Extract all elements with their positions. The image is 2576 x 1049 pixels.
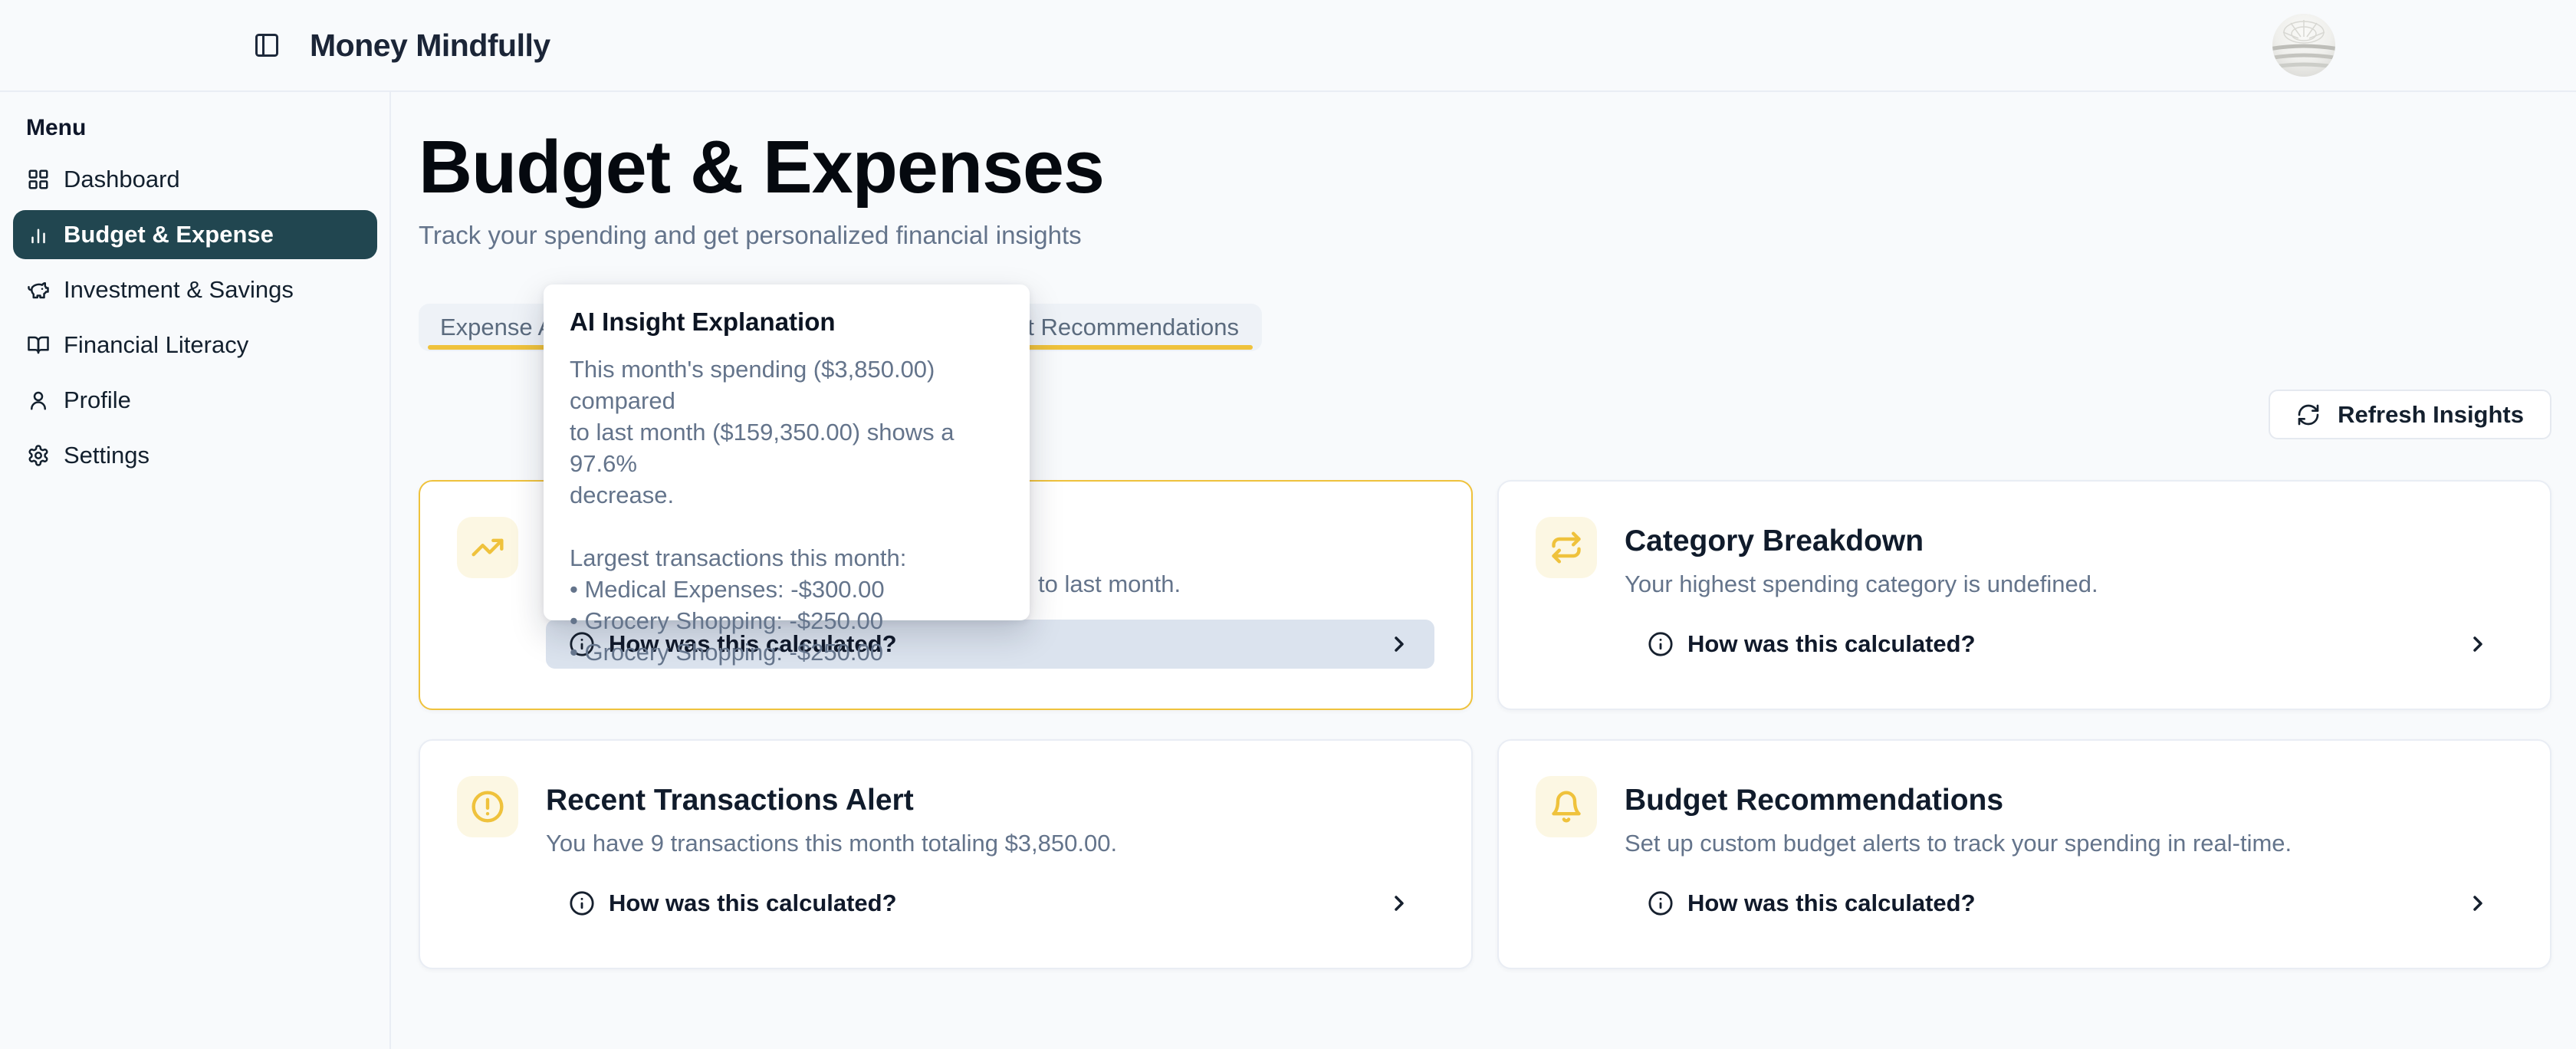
avatar[interactable] — [2272, 14, 2335, 77]
app-title: Money Mindfully — [310, 28, 550, 64]
popover-transaction-item: • Grocery Shopping: -$250.00 — [570, 636, 1004, 668]
panel-left-icon — [253, 31, 281, 59]
card-recent-transactions-alert: Recent Transactions Alert You have 9 tra… — [419, 739, 1473, 969]
page-title: Budget & Expenses — [419, 124, 2551, 210]
info-icon — [569, 890, 595, 916]
gear-icon — [27, 444, 50, 467]
chevron-right-icon — [2466, 891, 2490, 916]
popover-transaction-item: • Medical Expenses: -$300.00 — [570, 574, 1004, 605]
open-book-icon — [27, 334, 50, 357]
chevron-right-icon — [2466, 632, 2490, 656]
card-icon-box — [1536, 517, 1597, 578]
card-title: Recent Transactions Alert — [546, 784, 1434, 817]
popover-transaction-item: • Grocery Shopping: -$250.00 — [570, 605, 1004, 636]
refresh-insights-label: Refresh Insights — [2338, 401, 2524, 429]
card-icon-box — [1536, 776, 1597, 837]
how-calculated-button[interactable]: How was this calculated? — [546, 879, 1434, 928]
bar-chart-icon — [27, 223, 50, 246]
sidebar-item-label: Budget & Expense — [64, 221, 274, 248]
sidebar: Menu Dashboard Budget & Expense — [0, 92, 391, 1049]
sidebar-item-settings[interactable]: Settings — [13, 431, 377, 480]
popover-title: AI Insight Explanation — [570, 307, 1004, 337]
user-icon — [27, 389, 50, 412]
refresh-icon — [2296, 403, 2321, 427]
dashboard-grid-icon — [27, 168, 50, 191]
page-subtitle: Track your spending and get personalized… — [419, 221, 2551, 250]
bell-icon — [1549, 790, 1583, 824]
how-calculated-button[interactable]: How was this calculated? — [1625, 879, 2513, 928]
sidebar-item-budget-expense[interactable]: Budget & Expense — [13, 210, 377, 259]
chevron-right-icon — [1387, 632, 1411, 656]
ai-insight-popover: AI Insight Explanation This month's spen… — [544, 284, 1030, 620]
repeat-icon — [1549, 531, 1583, 564]
sidebar-item-dashboard[interactable]: Dashboard — [13, 155, 377, 204]
sidebar-item-investment-savings[interactable]: Investment & Savings — [13, 265, 377, 314]
sidebar-toggle-button[interactable] — [250, 28, 284, 62]
piggy-bank-icon — [27, 278, 50, 301]
popover-transactions-heading: Largest transactions this month: — [570, 542, 1004, 574]
card-subtitle: Set up custom budget alerts to track you… — [1625, 830, 2513, 857]
how-calculated-label: How was this calculated? — [609, 890, 897, 917]
sidebar-item-label: Dashboard — [64, 166, 180, 193]
card-icon-box — [457, 776, 518, 837]
info-icon — [1648, 890, 1674, 916]
card-title: Category Breakdown — [1625, 524, 2513, 558]
card-subtitle: Your highest spending category is undefi… — [1625, 571, 2513, 598]
sidebar-item-label: Financial Literacy — [64, 331, 248, 359]
top-header: Money Mindfully — [0, 0, 2576, 92]
app-window: Money Mindfully — [0, 0, 2576, 1049]
popover-transactions: Largest transactions this month: • Medic… — [570, 542, 1004, 668]
info-icon — [1648, 631, 1674, 657]
sidebar-menu-label: Menu — [26, 115, 389, 141]
sidebar-item-financial-literacy[interactable]: Financial Literacy — [13, 321, 377, 370]
chevron-right-icon — [1387, 891, 1411, 916]
popover-paragraph: This month's spending ($3,850.00) compar… — [570, 354, 1004, 511]
how-calculated-label: How was this calculated? — [1687, 890, 1976, 917]
card-icon-box — [457, 517, 518, 578]
trending-up-icon — [471, 531, 504, 564]
how-calculated-label: How was this calculated? — [1687, 630, 1976, 658]
sidebar-item-label: Profile — [64, 386, 131, 414]
avatar-image — [2272, 14, 2335, 77]
card-category-breakdown: Category Breakdown Your highest spending… — [1497, 480, 2551, 710]
sidebar-item-profile[interactable]: Profile — [13, 376, 377, 425]
sidebar-item-label: Settings — [64, 442, 150, 469]
card-title: Budget Recommendations — [1625, 784, 2513, 817]
how-calculated-button[interactable]: How was this calculated? — [1625, 620, 2513, 669]
card-subtitle: You have 9 transactions this month total… — [546, 830, 1434, 857]
card-budget-recommendations: Budget Recommendations Set up custom bud… — [1497, 739, 2551, 969]
sidebar-nav: Dashboard Budget & Expense Investment & … — [13, 155, 377, 480]
sidebar-item-label: Investment & Savings — [64, 276, 294, 304]
refresh-insights-button[interactable]: Refresh Insights — [2269, 390, 2551, 439]
alert-circle-icon — [471, 790, 504, 824]
